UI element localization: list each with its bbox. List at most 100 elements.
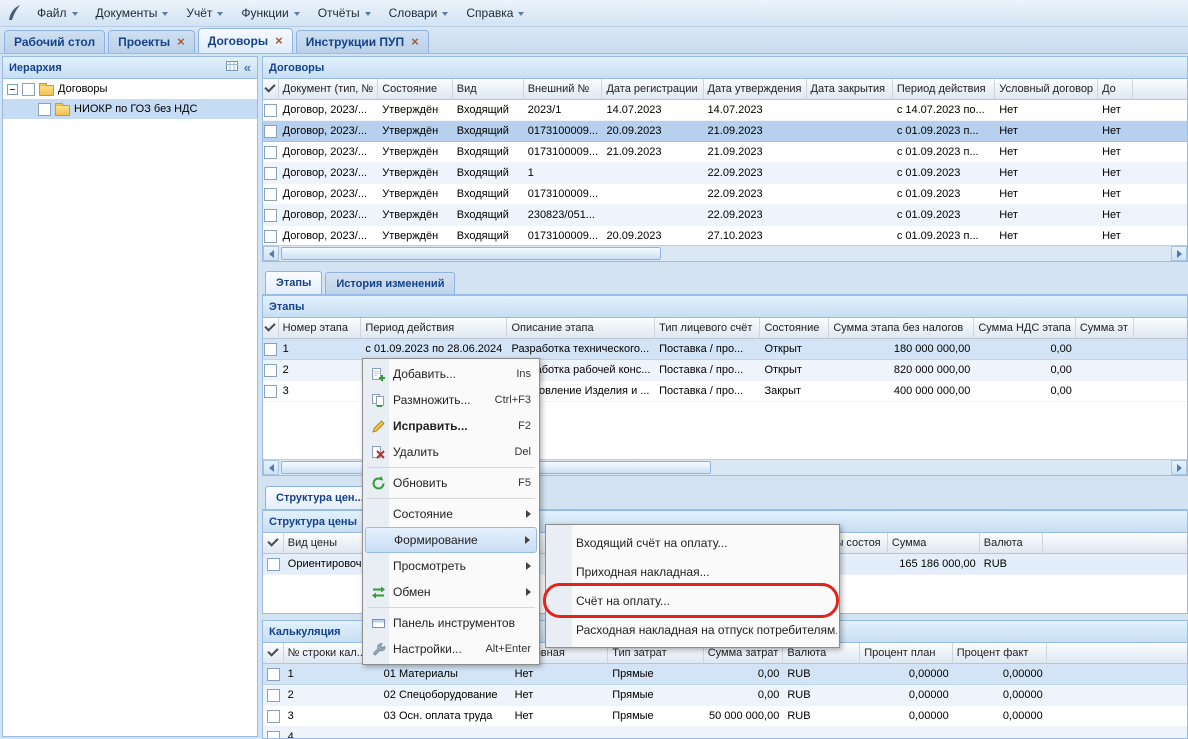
column-header[interactable]: Процент факт: [953, 643, 1047, 664]
tree-checkbox[interactable]: [22, 83, 35, 96]
select-all-column[interactable]: [263, 79, 279, 100]
submenu-item[interactable]: Входящий счёт на оплату...: [548, 528, 837, 557]
grid-row[interactable]: Договор, 2023/...УтверждёнВходящий230823…: [263, 205, 1187, 226]
menubar-item[interactable]: Отчёты: [309, 2, 380, 24]
column-header[interactable]: До: [1098, 79, 1133, 100]
column-header[interactable]: Валюта: [980, 533, 1044, 554]
tab-close-icon[interactable]: ×: [177, 37, 185, 47]
grid-row[interactable]: 303 Осн. оплата трудаНетПрямые50 000 000…: [263, 706, 1187, 727]
column-header[interactable]: Период действия: [361, 318, 507, 339]
grid-cell: Нет: [995, 100, 1098, 121]
grid-row[interactable]: Договор, 2023/...УтверждёнВходящий017310…: [263, 121, 1187, 142]
menubar-item[interactable]: Функции: [232, 2, 308, 24]
menubar-item[interactable]: Файл: [28, 2, 87, 24]
column-header[interactable]: Тип лицевого счёт: [655, 318, 760, 339]
grid-row[interactable]: Договор, 2023/...УтверждёнВходящий017310…: [263, 142, 1187, 163]
grid-row[interactable]: Договор, 2023/...УтверждёнВходящий2023/1…: [263, 100, 1187, 121]
column-header[interactable]: Процент план: [860, 643, 952, 664]
stages-tab[interactable]: Этапы: [265, 271, 322, 294]
column-header[interactable]: Состояние: [760, 318, 829, 339]
column-header[interactable]: Сумма НДС этапа: [974, 318, 1076, 339]
submenu-item[interactable]: Счёт на оплату...: [548, 586, 837, 615]
context-menu-item[interactable]: Добавить...Ins: [365, 361, 537, 387]
row-checkbox[interactable]: [264, 188, 277, 201]
scroll-right-icon[interactable]: [1171, 460, 1187, 475]
tab-close-icon[interactable]: ×: [275, 36, 283, 46]
row-checkbox[interactable]: [267, 689, 280, 702]
row-checkbox[interactable]: [264, 343, 277, 356]
columns-icon[interactable]: [226, 60, 238, 75]
row-checkbox[interactable]: [264, 104, 277, 117]
menubar-item[interactable]: Документы: [87, 2, 178, 24]
context-menu-item[interactable]: Просмотреть: [365, 553, 537, 579]
context-menu-item[interactable]: Размножить...Ctrl+F3: [365, 387, 537, 413]
scroll-right-icon[interactable]: [1171, 246, 1187, 261]
main-tab[interactable]: Договоры×: [198, 28, 293, 53]
column-header[interactable]: Сумма эт: [1076, 318, 1134, 339]
grid-cell: Входящий: [453, 121, 524, 142]
grid-row[interactable]: 4: [263, 727, 1187, 738]
column-header[interactable]: Вид: [453, 79, 524, 100]
context-menu-item[interactable]: ОбновитьF5: [365, 470, 537, 496]
contracts-hscrollbar[interactable]: [263, 245, 1187, 261]
context-menu-item[interactable]: УдалитьDel: [365, 439, 537, 465]
grid-row[interactable]: Договор, 2023/...УтверждёнВходящий122.09…: [263, 163, 1187, 184]
context-menu-item[interactable]: Состояние: [365, 501, 537, 527]
row-checkbox[interactable]: [267, 668, 280, 681]
collapse-panel-icon[interactable]: «: [244, 61, 251, 74]
main-tab[interactable]: Проекты×: [108, 30, 195, 53]
grid-row[interactable]: 202 СпецоборудованиеНетПрямые0,00RUB0,00…: [263, 685, 1187, 706]
row-checkbox[interactable]: [267, 731, 280, 739]
row-checkbox[interactable]: [264, 385, 277, 398]
column-header[interactable]: Номер этапа: [279, 318, 362, 339]
grid-row[interactable]: Договор, 2023/...УтверждёнВходящий017310…: [263, 226, 1187, 245]
grid-row[interactable]: Договор, 2023/...УтверждёнВходящий017310…: [263, 184, 1187, 205]
select-all-column[interactable]: [263, 533, 284, 554]
column-header[interactable]: Дата закрытия: [807, 79, 893, 100]
column-header[interactable]: Дата утверждения: [704, 79, 807, 100]
column-header[interactable]: Внешний №: [524, 79, 603, 100]
price-structure-tab[interactable]: Структура цен...: [265, 486, 375, 509]
column-header[interactable]: Состояние: [378, 79, 453, 100]
scrollbar-thumb[interactable]: [281, 247, 661, 260]
row-checkbox[interactable]: [264, 209, 277, 222]
select-all-column[interactable]: [263, 643, 284, 664]
row-checkbox[interactable]: [267, 710, 280, 723]
menubar-item[interactable]: Учёт: [177, 2, 232, 24]
row-checkbox[interactable]: [264, 364, 277, 377]
tree-checkbox[interactable]: [38, 103, 51, 116]
column-header[interactable]: Условный договор: [995, 79, 1098, 100]
grid-row[interactable]: 101 МатериалыНетПрямые0,00RUB0,000000,00…: [263, 664, 1187, 685]
column-header[interactable]: Сумма этапа без налогов: [829, 318, 974, 339]
row-checkbox[interactable]: [264, 125, 277, 138]
context-menu-item[interactable]: Формирование: [365, 527, 537, 553]
main-tab[interactable]: Рабочий стол: [4, 30, 105, 53]
tab-close-icon[interactable]: ×: [411, 37, 419, 47]
column-header[interactable]: Документ (тип, №: [279, 79, 379, 100]
tree-node[interactable]: НИОКР по ГОЗ без НДС: [3, 99, 257, 119]
submenu-item[interactable]: Расходная накладная на отпуск потребител…: [548, 615, 837, 644]
column-header[interactable]: Сумма: [888, 533, 980, 554]
submenu-item[interactable]: Приходная накладная...: [548, 557, 837, 586]
column-header[interactable]: Описание этапа: [507, 318, 655, 339]
row-checkbox[interactable]: [264, 167, 277, 180]
grid-row[interactable]: 1с 01.09.2023 по 28.06.2024Разработка те…: [263, 339, 1187, 360]
tree-collapse-icon[interactable]: [7, 84, 18, 95]
stages-tab[interactable]: История изменений: [325, 272, 455, 294]
menubar-item[interactable]: Словари: [380, 2, 458, 24]
row-checkbox[interactable]: [264, 230, 277, 243]
column-header[interactable]: Период действия: [893, 79, 995, 100]
context-menu-item[interactable]: Настройки...Alt+Enter: [365, 636, 537, 662]
row-checkbox[interactable]: [264, 146, 277, 159]
row-checkbox[interactable]: [267, 558, 280, 571]
column-header[interactable]: Дата регистрации: [602, 79, 703, 100]
context-menu-item[interactable]: Обмен: [365, 579, 537, 605]
tree-node[interactable]: Договоры: [3, 79, 257, 99]
context-menu-item[interactable]: Панель инструментов: [365, 610, 537, 636]
scroll-left-icon[interactable]: [263, 460, 279, 475]
select-all-column[interactable]: [263, 318, 279, 339]
menubar-item[interactable]: Справка: [457, 2, 533, 24]
context-menu-item[interactable]: Исправить...F2: [365, 413, 537, 439]
scroll-left-icon[interactable]: [263, 246, 279, 261]
main-tab[interactable]: Инструкции ПУП×: [296, 30, 429, 53]
